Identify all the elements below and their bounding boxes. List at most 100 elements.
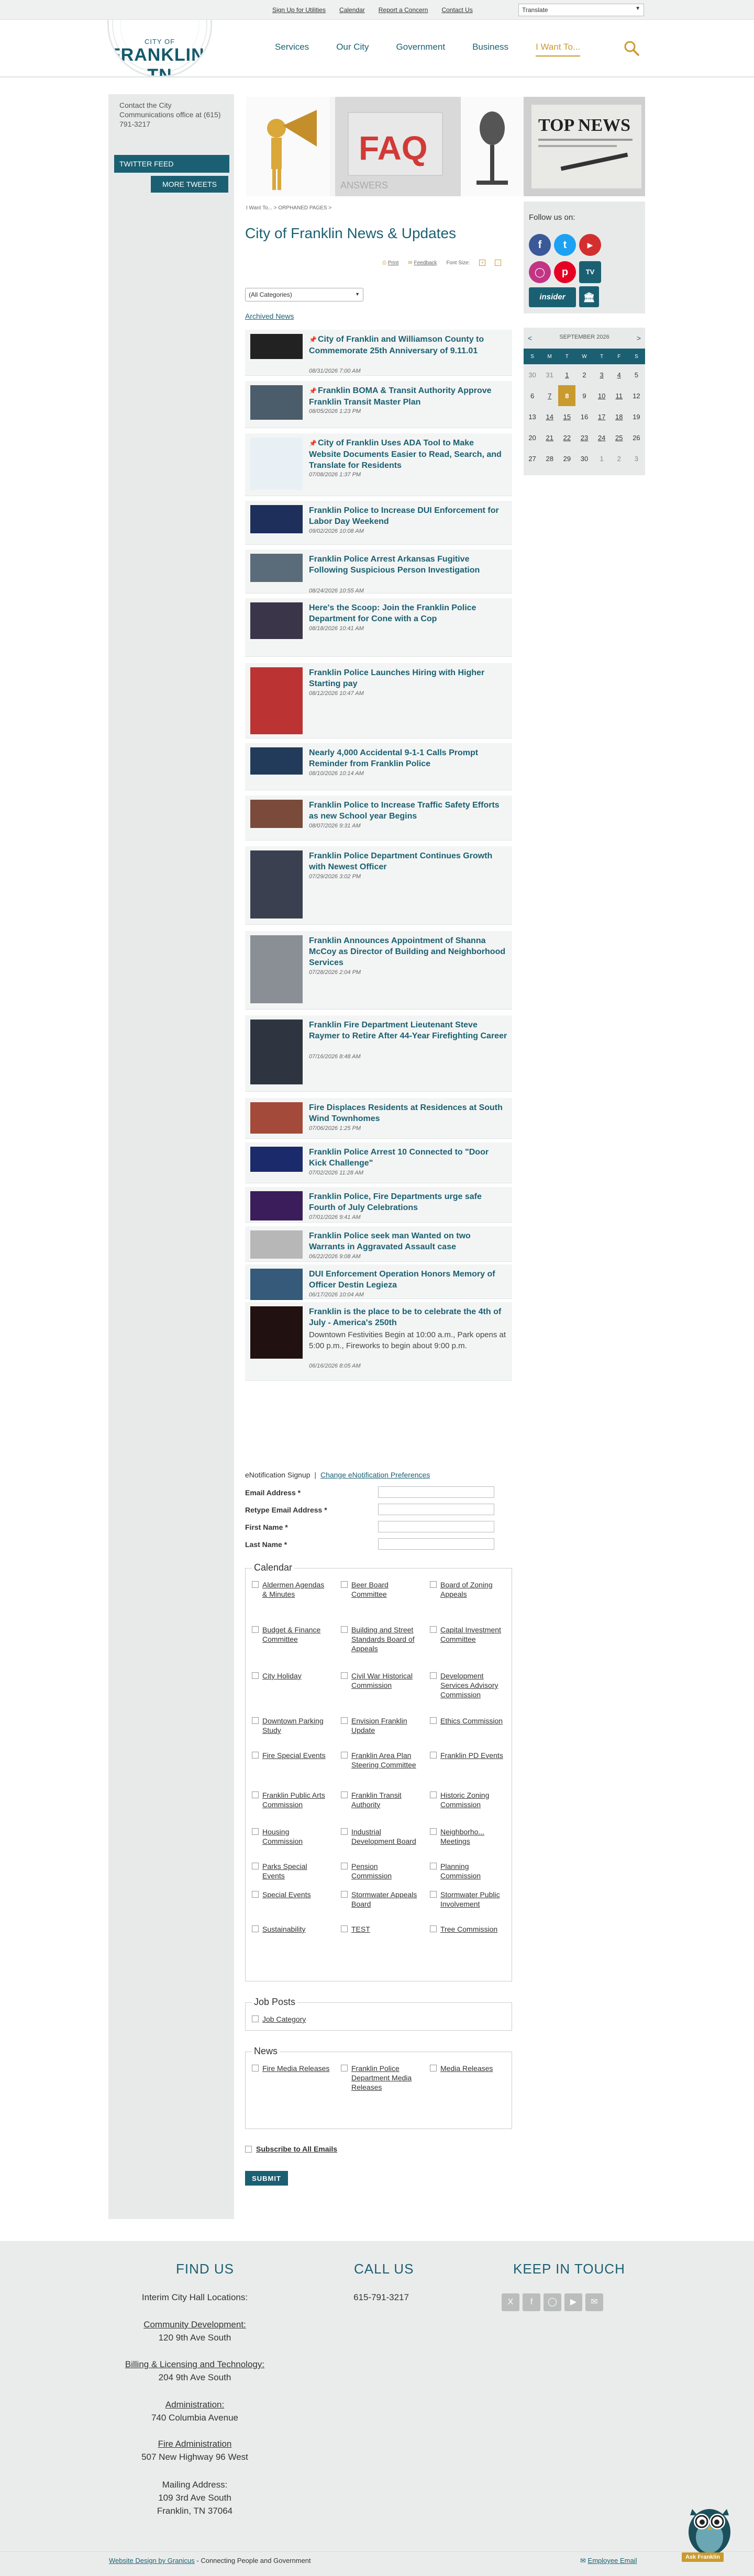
calendar-day[interactable]: 11 bbox=[611, 385, 628, 406]
calendar-day[interactable]: 31 bbox=[541, 364, 558, 385]
youtube-icon[interactable]: ▶ bbox=[564, 2293, 582, 2311]
city-logo[interactable]: CITY OF FRANKLIN, TN bbox=[107, 20, 212, 77]
news-title-link[interactable]: Franklin is the place to be to celebrate… bbox=[309, 1306, 508, 1328]
first-name-field[interactable] bbox=[378, 1521, 494, 1532]
calendar-prev-button[interactable]: < bbox=[528, 334, 532, 342]
nav-i-want-to[interactable]: I Want To... bbox=[536, 42, 581, 57]
news-thumbnail[interactable] bbox=[250, 1230, 303, 1259]
news-title-link[interactable]: Here's the Scoop: Join the Franklin Poli… bbox=[309, 602, 508, 624]
calendar-day[interactable]: 12 bbox=[628, 385, 645, 406]
nav-government[interactable]: Government bbox=[396, 42, 446, 57]
nav-business[interactable]: Business bbox=[472, 42, 508, 57]
font-increase-icon[interactable]: + bbox=[479, 260, 486, 266]
calendar-day[interactable]: 16 bbox=[575, 406, 593, 427]
contact-us-link[interactable]: Contact Us bbox=[441, 6, 472, 14]
breadcrumb[interactable]: I Want To... > ORPHANED PAGES > bbox=[246, 205, 331, 211]
news-item[interactable]: Here's the Scoop: Join the Franklin Poli… bbox=[245, 598, 512, 657]
news-item[interactable]: 📌 City of Franklin Uses ADA Tool to Make … bbox=[245, 433, 512, 496]
news-title-link[interactable]: Franklin Police, Fire Departments urge s… bbox=[309, 1191, 508, 1213]
news-item[interactable]: Franklin Police, Fire Departments urge s… bbox=[245, 1187, 512, 1223]
news-title-link[interactable]: DUI Enforcement Operation Honors Memory … bbox=[309, 1269, 508, 1291]
calendar-day[interactable]: 9 bbox=[575, 385, 593, 406]
news-item[interactable]: Franklin Police Arrest Arkansas Fugitive… bbox=[245, 550, 512, 594]
city-hall-icon[interactable]: 🏛 bbox=[579, 286, 599, 307]
calendar-day[interactable]: 30 bbox=[524, 364, 541, 385]
news-item[interactable]: 📌 Franklin BOMA & Transit Authority Appro… bbox=[245, 381, 512, 428]
news-thumbnail[interactable] bbox=[250, 850, 303, 919]
calendar-day[interactable]: 18 bbox=[611, 406, 628, 427]
calendar-next-button[interactable]: > bbox=[637, 334, 641, 342]
billing-licensing-link[interactable]: Billing & Licensing and Technology: bbox=[101, 2359, 289, 2370]
calendar-day[interactable]: 2 bbox=[611, 448, 628, 469]
owl-mascot-icon[interactable] bbox=[681, 2500, 738, 2557]
signup-utilities-link[interactable]: Sign Up for Utilities bbox=[272, 6, 326, 14]
news-title-link[interactable]: Franklin Police Launches Hiring with Hig… bbox=[309, 667, 508, 689]
ask-franklin-button[interactable]: Ask Franklin bbox=[682, 2552, 724, 2562]
calendar-day[interactable]: 6 bbox=[524, 385, 541, 406]
twitter-icon[interactable]: t bbox=[554, 234, 576, 256]
news-item[interactable]: 📌 City of Franklin and Williamson County … bbox=[245, 330, 512, 376]
news-thumbnail[interactable] bbox=[250, 385, 303, 420]
calendar-day[interactable]: 10 bbox=[593, 385, 611, 406]
facebook-icon[interactable]: f bbox=[529, 234, 551, 256]
news-thumbnail[interactable] bbox=[250, 800, 303, 828]
news-thumbnail[interactable] bbox=[250, 438, 303, 490]
news-thumbnail[interactable] bbox=[250, 602, 303, 639]
news-item[interactable]: DUI Enforcement Operation Honors Memory … bbox=[245, 1264, 512, 1300]
report-concern-link[interactable]: Report a Concern bbox=[379, 6, 428, 14]
calendar-day[interactable]: 3 bbox=[628, 448, 645, 469]
news-thumbnail[interactable] bbox=[250, 1306, 303, 1359]
community-development-link[interactable]: Community Development: bbox=[101, 2320, 289, 2330]
calendar-day[interactable]: 15 bbox=[558, 406, 575, 427]
calendar-day[interactable]: 2 bbox=[575, 364, 593, 385]
news-thumbnail[interactable] bbox=[250, 554, 303, 582]
calendar-day[interactable]: 27 bbox=[524, 448, 541, 469]
font-decrease-icon[interactable]: - bbox=[495, 260, 502, 266]
news-item[interactable]: Franklin is the place to be to celebrate… bbox=[245, 1302, 512, 1381]
instagram-icon[interactable]: ◯ bbox=[544, 2293, 561, 2311]
calendar-day[interactable]: 8 bbox=[558, 385, 576, 406]
pinterest-icon[interactable]: p bbox=[554, 261, 576, 283]
news-item[interactable]: Franklin Announces Appointment of Shanna… bbox=[245, 931, 512, 1010]
subscribe-all-checkbox[interactable]: Subscribe to All Emails bbox=[245, 2145, 337, 2153]
news-title-link[interactable]: 📌 City of Franklin Uses ADA Tool to Make … bbox=[309, 438, 508, 471]
feedback-tool[interactable]: ✉ Feedback bbox=[408, 260, 437, 266]
news-title-link[interactable]: Nearly 4,000 Accidental 9-1-1 Calls Prom… bbox=[309, 747, 508, 769]
print-tool[interactable]: ⎙ Print bbox=[382, 260, 398, 266]
news-thumbnail[interactable] bbox=[250, 505, 303, 533]
last-name-field[interactable] bbox=[378, 1538, 494, 1550]
calendar-day[interactable]: 20 bbox=[524, 427, 541, 448]
news-thumbnail[interactable] bbox=[250, 667, 303, 734]
news-thumbnail[interactable] bbox=[250, 1147, 303, 1172]
franklin-tv-icon[interactable]: TV bbox=[579, 261, 601, 283]
news-item[interactable]: Franklin Police Arrest 10 Connected to "… bbox=[245, 1143, 512, 1183]
translate-select[interactable]: Translate ▼ bbox=[518, 4, 644, 16]
category-select[interactable]: (All Categories) ▼ bbox=[245, 288, 363, 301]
youtube-icon[interactable]: ▶ bbox=[579, 234, 601, 256]
submit-button[interactable]: SUBMIT bbox=[245, 2171, 288, 2186]
calendar-day[interactable]: 5 bbox=[628, 364, 645, 385]
more-tweets-button[interactable]: MORE TWEETS bbox=[151, 176, 228, 193]
news-thumbnail[interactable] bbox=[250, 1269, 303, 1300]
news-title-link[interactable]: 📌 Franklin BOMA & Transit Authority Appro… bbox=[309, 385, 508, 408]
news-title-link[interactable]: Franklin Police to Increase Traffic Safe… bbox=[309, 800, 508, 822]
news-thumbnail[interactable] bbox=[250, 334, 303, 359]
calendar-day[interactable]: 14 bbox=[541, 406, 558, 427]
instagram-icon[interactable]: ◯ bbox=[529, 261, 551, 283]
calendar-day[interactable]: 17 bbox=[593, 406, 611, 427]
calendar-day[interactable]: 1 bbox=[593, 448, 611, 469]
search-icon[interactable] bbox=[623, 40, 640, 57]
news-item[interactable]: Nearly 4,000 Accidental 9-1-1 Calls Prom… bbox=[245, 743, 512, 790]
franklin-insider-icon[interactable]: insider bbox=[529, 287, 576, 307]
archived-news-link[interactable]: Archived News bbox=[245, 312, 294, 320]
email-field[interactable] bbox=[378, 1486, 494, 1498]
news-thumbnail[interactable] bbox=[250, 747, 303, 775]
news-thumbnail[interactable] bbox=[250, 1102, 303, 1134]
news-title-link[interactable]: Franklin Announces Appointment of Shanna… bbox=[309, 935, 508, 968]
news-title-link[interactable]: Franklin Police to Increase DUI Enforcem… bbox=[309, 505, 508, 527]
calendar-day[interactable]: 3 bbox=[593, 364, 611, 385]
calendar-day[interactable]: 22 bbox=[558, 427, 575, 448]
calendar-link[interactable]: Calendar bbox=[339, 6, 365, 14]
x-icon[interactable]: X bbox=[502, 2293, 519, 2311]
nav-services[interactable]: Services bbox=[275, 42, 309, 57]
